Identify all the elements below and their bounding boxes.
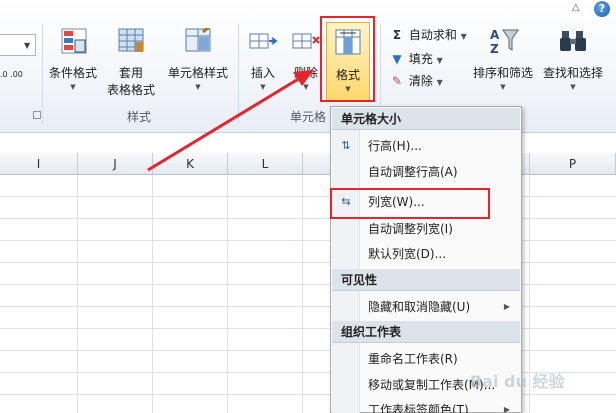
submenu-arrow-icon: ▶ <box>503 405 510 413</box>
row-height-label: 行高(H)... <box>368 139 422 153</box>
hide-unhide-item[interactable]: 隐藏和取消隐藏(U) ▶ <box>332 296 520 318</box>
row-height-icon: ⇅ <box>341 139 351 152</box>
submenu-arrow-icon: ▶ <box>503 302 510 311</box>
column-width-callout <box>330 188 490 219</box>
autofit-row-height-item[interactable]: 自动调整行高(A) <box>332 161 520 183</box>
menu-section-visibility: 可见性 <box>332 269 520 291</box>
default-width-item[interactable]: 默认列宽(D)... <box>332 243 520 265</box>
annotation-arrow <box>147 70 314 172</box>
rename-sheet-item[interactable]: 重命名工作表(R) <box>332 348 520 370</box>
watermark: Bai du 经验 <box>470 372 565 391</box>
autofit-column-width-item[interactable]: 自动调整列宽(I) <box>332 218 520 240</box>
hide-unhide-label: 隐藏和取消隐藏(U) <box>368 300 471 314</box>
autofit-row-height-label: 自动调整行高(A) <box>368 165 458 179</box>
menu-section-organize: 组织工作表 <box>332 321 520 343</box>
tab-color-label: 工作表标签颜色(T) <box>368 403 469 413</box>
rename-sheet-label: 重命名工作表(R) <box>368 352 458 366</box>
format-dropdown-menu: 单元格大小 ⇅ 行高(H)... 自动调整行高(A) ⇆ 列宽(W)... 自动… <box>330 106 522 413</box>
row-height-item[interactable]: ⇅ 行高(H)... <box>332 135 520 157</box>
autofit-column-width-label: 自动调整列宽(I) <box>368 222 453 236</box>
tab-color-item[interactable]: 工作表标签颜色(T) ▶ <box>332 399 520 413</box>
default-width-label: 默认列宽(D)... <box>368 247 447 261</box>
menu-section-cell-size: 单元格大小 <box>332 108 520 130</box>
